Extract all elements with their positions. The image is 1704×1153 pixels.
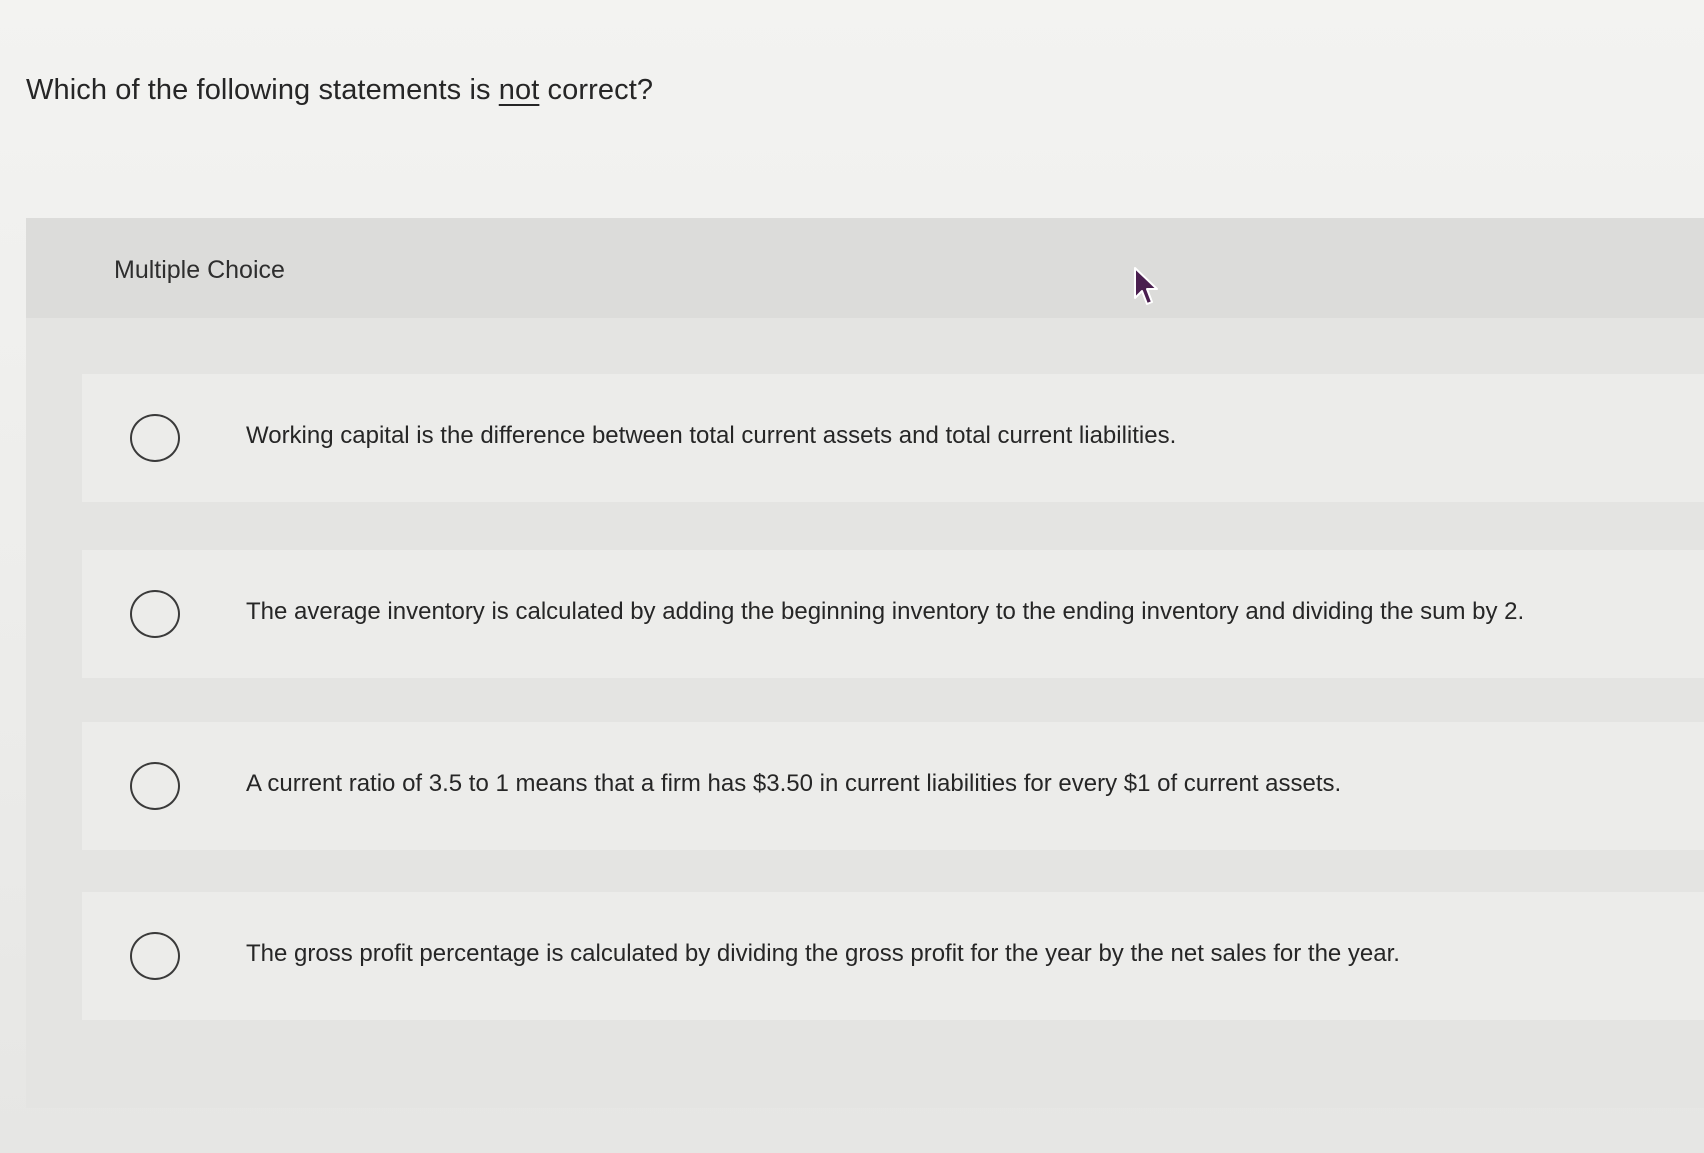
quiz-page: Which of the following statements is not… xyxy=(0,0,1704,1153)
multiple-choice-title: Multiple Choice xyxy=(114,256,285,284)
radio-unselected-icon[interactable] xyxy=(130,414,180,462)
question-text: Which of the following statements is not… xyxy=(26,74,653,107)
radio-unselected-icon[interactable] xyxy=(130,932,180,980)
radio-unselected-icon[interactable] xyxy=(130,762,180,810)
choice-option-2[interactable]: The average inventory is calculated by a… xyxy=(82,550,1704,678)
choice-option-label: The average inventory is calculated by a… xyxy=(246,598,1525,625)
choice-option-label: The gross profit percentage is calculate… xyxy=(246,940,1400,967)
choice-option-1[interactable]: Working capital is the difference betwee… xyxy=(82,374,1704,502)
mouse-pointer-icon xyxy=(1134,267,1158,305)
choice-option-4[interactable]: The gross profit percentage is calculate… xyxy=(82,892,1704,1020)
radio-unselected-icon[interactable] xyxy=(130,590,180,638)
choice-option-label: Working capital is the difference betwee… xyxy=(246,422,1177,449)
choice-option-label: A current ratio of 3.5 to 1 means that a… xyxy=(246,770,1342,797)
multiple-choice-header: Multiple Choice xyxy=(26,218,1704,318)
question-emphasis: not xyxy=(498,74,540,106)
question-prefix: Which of the following statements is xyxy=(26,74,499,106)
question-suffix: correct? xyxy=(539,74,654,106)
choice-option-3[interactable]: A current ratio of 3.5 to 1 means that a… xyxy=(82,722,1704,850)
